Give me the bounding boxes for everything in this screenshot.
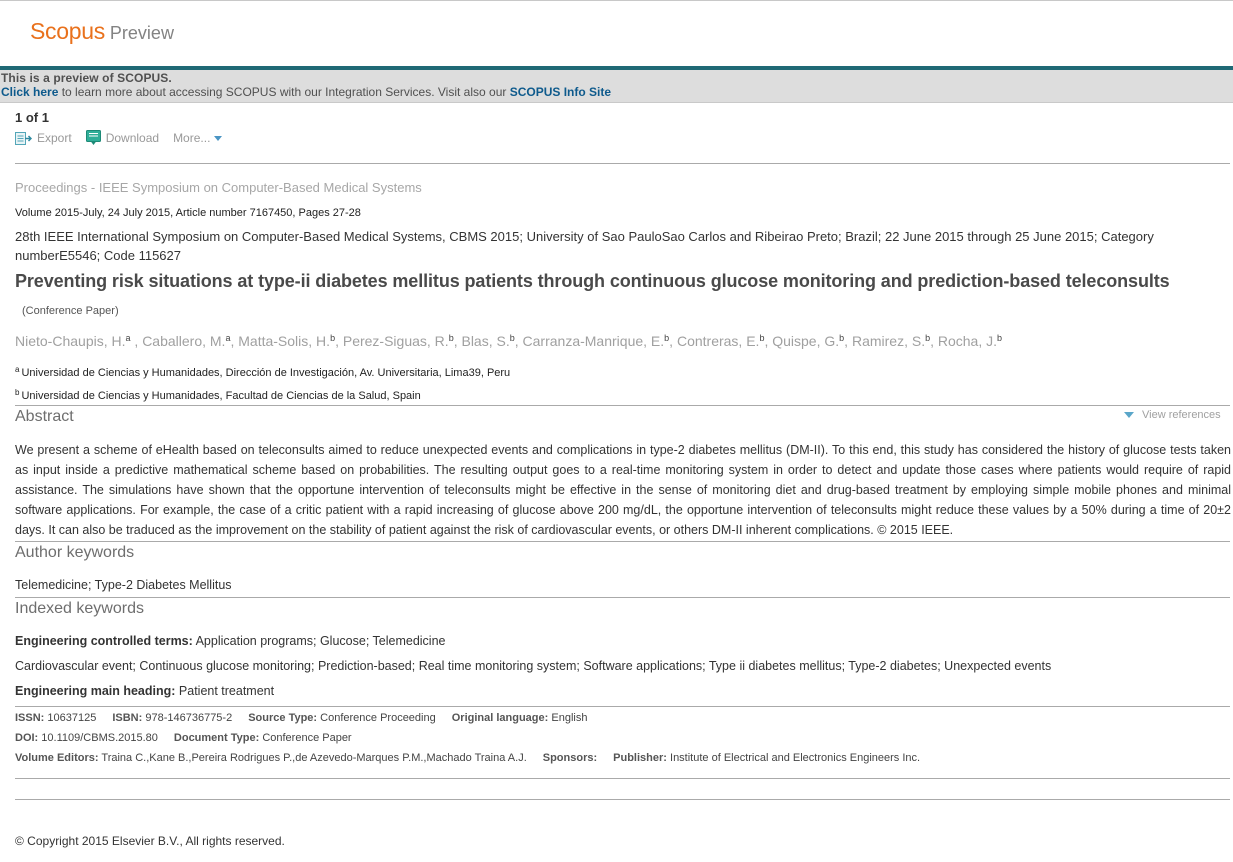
main-heading: Engineering main heading: Patient treatm… <box>15 684 274 698</box>
affiliation-b-text: Universidad de Ciencias y Humanidades, F… <box>21 390 421 402</box>
preview-notice-text: Click here to learn more about accessing… <box>1 85 611 99</box>
scopus-logo[interactable]: Scopus Preview <box>30 18 174 45</box>
publisher-value: Institute of Electrical and Electronics … <box>666 752 921 764</box>
author-list: Nieto-Chaupis, H.a , Caballero, M.a, Mat… <box>15 333 1002 349</box>
editors-value: Traina C.,Kane B.,Pereira Rodrigues P.,d… <box>98 752 527 764</box>
divider-abstract <box>15 405 1230 406</box>
download-icon <box>85 130 101 146</box>
author-link[interactable]: Perez-Siguas, R. <box>343 333 449 349</box>
controlled-terms-label: Engineering controlled terms: <box>15 634 193 648</box>
divider-top <box>15 163 1230 164</box>
editors-label: Volume Editors: <box>15 752 99 764</box>
document-type-value: Conference Paper <box>259 732 352 744</box>
author-separator: , <box>335 333 343 349</box>
download-button[interactable]: Download <box>85 130 160 146</box>
export-label: Export <box>37 131 72 145</box>
preview-notice-title: This is a preview of SCOPUS. <box>1 71 172 85</box>
issn-label: ISSN: <box>15 712 45 724</box>
author-keywords-text: Telemedicine; Type-2 Diabetes Mellitus <box>15 578 232 592</box>
author-separator: , <box>669 333 677 349</box>
source-type-label: Source Type: <box>248 712 318 724</box>
author-affiliation-sup: b <box>997 333 1003 343</box>
uncontrolled-terms: Cardiovascular event; Continuous glucose… <box>15 659 1052 673</box>
view-references-label: View references <box>1142 409 1221 421</box>
issn-value: 10637125 <box>44 712 97 724</box>
sponsors-label: Sponsors: <box>542 752 598 764</box>
divider-footer-2 <box>15 799 1230 800</box>
copyright-footer: © Copyright 2015 Elsevier B.V., All righ… <box>15 834 285 848</box>
author-separator: , <box>930 333 938 349</box>
result-counter: 1 of 1 <box>15 110 49 125</box>
author-keywords-heading: Author keywords <box>15 544 135 561</box>
meta-row-3: Volume Editors: Traina C.,Kane B.,Pereir… <box>15 752 920 764</box>
author-link[interactable]: Blas, S. <box>461 333 509 349</box>
top-border <box>0 0 1233 1</box>
click-here-link[interactable]: Click here <box>1 85 58 99</box>
source-type-value: Conference Proceeding <box>317 712 436 724</box>
doi-value[interactable]: 10.1109/CBMS.2015.80 <box>38 732 158 744</box>
isbn-value: 978-146736775-2 <box>142 712 233 724</box>
controlled-terms: Engineering controlled terms: Applicatio… <box>15 634 446 648</box>
author-separator: , <box>130 333 143 349</box>
language-value: English <box>548 712 588 724</box>
indexed-keywords-heading: Indexed keywords <box>15 600 144 617</box>
export-icon <box>15 131 32 145</box>
view-references-link[interactable]: View references <box>1124 409 1221 421</box>
author-link[interactable]: Matta-Solis, H. <box>238 333 330 349</box>
download-label: Download <box>105 131 160 145</box>
meta-row-1: ISSN: 10637125 ISBN: 978-146736775-2 Sourc… <box>15 712 587 724</box>
doi-label: DOI: <box>15 732 39 744</box>
divider-indexed-keywords <box>15 597 1230 598</box>
document-type-label: Document Type: <box>173 732 260 744</box>
document-title: Preventing risk situations at type-ii di… <box>15 271 1170 291</box>
export-button[interactable]: Export <box>15 131 72 145</box>
logo-sub-text: Preview <box>109 23 174 43</box>
counter-sep: of <box>22 110 42 125</box>
meta-row-2: DOI: 10.1109/CBMS.2015.80 Document Type: … <box>15 732 352 744</box>
affiliation-b: b Universidad de Ciencias y Humanidades, … <box>15 388 421 402</box>
source-title-link[interactable]: Proceedings - IEEE Symposium on Computer… <box>15 180 422 195</box>
isbn-label: ISBN: <box>112 712 143 724</box>
affiliation-a-sup: a <box>15 365 20 374</box>
divider-author-keywords <box>15 541 1230 542</box>
volume-info: Volume 2015-July, 24 July 2015, Article … <box>15 207 361 219</box>
abstract-text: We present a scheme of eHealth based on … <box>15 443 1231 537</box>
divider-meta <box>15 706 1230 707</box>
author-link[interactable]: Ramirez, S. <box>852 333 925 349</box>
affiliation-b-sup: b <box>15 388 20 397</box>
main-heading-value: Patient treatment <box>175 684 275 698</box>
counter-total: 1 <box>41 110 49 125</box>
author-link[interactable]: Contreras, E. <box>677 333 759 349</box>
logo-main-text: Scopus <box>30 18 105 44</box>
author-link[interactable]: Caballero, M. <box>142 333 225 349</box>
scopus-info-site-link[interactable]: SCOPUS Info Site <box>510 85 611 99</box>
conference-info: 28th IEEE International Symposium on Com… <box>15 229 1154 263</box>
abstract-heading: Abstract <box>15 408 74 425</box>
more-dropdown[interactable]: More... <box>173 131 223 145</box>
author-link[interactable]: Carranza-Manrique, E. <box>523 333 665 349</box>
divider-footer-1 <box>15 778 1230 779</box>
document-type: (Conference Paper) <box>22 305 119 317</box>
more-label: More... <box>173 131 211 145</box>
triangle-down-icon <box>1124 412 1134 418</box>
language-label: Original language: <box>451 712 549 724</box>
preview-notice: This is a preview of SCOPUS. Click here … <box>0 70 1233 103</box>
controlled-terms-value: Application programs; Glucose; Telemedic… <box>192 634 446 648</box>
author-link[interactable]: Nieto-Chaupis, H. <box>15 333 126 349</box>
author-separator: , <box>844 333 852 349</box>
author-link[interactable]: Quispe, G. <box>772 333 839 349</box>
main-heading-label: Engineering main heading: <box>15 684 176 698</box>
publisher-label: Publisher: <box>613 752 667 764</box>
preview-notice-middle: to learn more about accessing SCOPUS wit… <box>58 85 510 99</box>
document-toolbar: Export Download More... <box>15 130 236 146</box>
chevron-down-icon <box>214 135 223 141</box>
affiliation-a: a Universidad de Ciencias y Humanidades, … <box>15 365 510 379</box>
author-link[interactable]: Rocha, J. <box>938 333 997 349</box>
author-separator: , <box>514 333 523 349</box>
affiliation-a-text: Universidad de Ciencias y Humanidades, D… <box>21 367 511 379</box>
